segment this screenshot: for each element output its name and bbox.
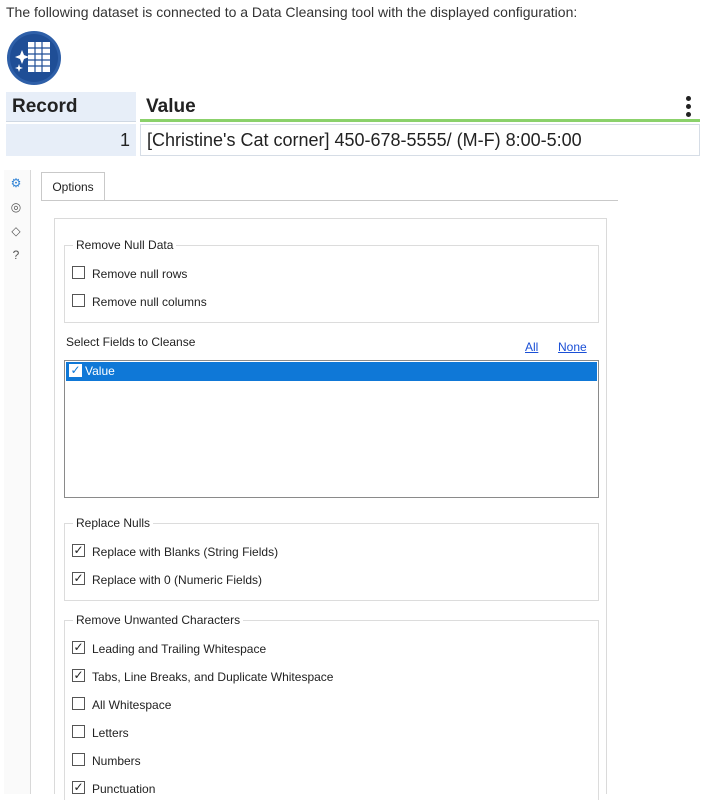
column-header-record[interactable]: Record: [6, 92, 136, 122]
help-icon[interactable]: ?: [9, 248, 23, 262]
replace-zero-checkbox[interactable]: ✓: [72, 572, 85, 586]
tabs-linebreaks-option[interactable]: ✓ Tabs, Line Breaks, and Duplicate Whites…: [72, 667, 333, 685]
replace-blanks-checkbox[interactable]: ✓: [72, 544, 85, 558]
replace-nulls-title: Replace Nulls: [73, 516, 154, 530]
column-menu-icon[interactable]: [686, 96, 692, 118]
intro-text: The following dataset is connected to a …: [6, 4, 578, 20]
replace-blanks-label: Replace with Blanks (String Fields): [92, 544, 279, 559]
tag-icon[interactable]: ◇: [9, 224, 23, 238]
fields-listbox[interactable]: ✓ Value: [64, 360, 599, 498]
annotation-icon[interactable]: ◎: [9, 200, 23, 214]
data-grid: Record Value 1 [Christine's Cat corner] …: [6, 92, 700, 156]
letters-checkbox[interactable]: [72, 725, 85, 739]
record-number-cell: 1: [6, 124, 136, 156]
numbers-label: Numbers: [92, 753, 141, 768]
tab-divider: [41, 200, 618, 201]
all-whitespace-label: All Whitespace: [92, 697, 172, 712]
column-header-value[interactable]: Value: [140, 92, 700, 122]
column-header-value-label: Value: [146, 96, 196, 117]
value-cell[interactable]: [Christine's Cat corner] 450-678-5555/ (…: [140, 124, 700, 156]
numbers-checkbox[interactable]: [72, 753, 85, 767]
replace-zero-option[interactable]: ✓ Replace with 0 (Numeric Fields): [72, 570, 262, 588]
remove-null-title: Remove Null Data: [73, 238, 177, 252]
config-side-rail: ⚙ ◎ ◇ ?: [4, 170, 31, 794]
leading-trailing-whitespace-checkbox[interactable]: ✓: [72, 641, 85, 655]
numbers-option[interactable]: Numbers: [72, 751, 141, 769]
replace-blanks-option[interactable]: ✓ Replace with Blanks (String Fields): [72, 542, 278, 560]
remove-null-group: Remove Null Data: [64, 238, 599, 323]
remove-null-columns-option[interactable]: Remove null columns: [72, 292, 207, 310]
data-cleansing-icon: [7, 31, 61, 85]
tabs-linebreaks-checkbox[interactable]: ✓: [72, 669, 85, 683]
all-whitespace-option[interactable]: All Whitespace: [72, 695, 171, 713]
remove-null-rows-label: Remove null rows: [92, 266, 188, 281]
punctuation-option[interactable]: ✓ Punctuation: [72, 779, 155, 797]
leading-trailing-whitespace-label: Leading and Trailing Whitespace: [92, 641, 267, 656]
replace-nulls-group: Replace Nulls: [64, 516, 599, 601]
gear-icon[interactable]: ⚙: [9, 176, 23, 190]
punctuation-checkbox[interactable]: ✓: [72, 781, 85, 795]
replace-zero-label: Replace with 0 (Numeric Fields): [92, 572, 263, 587]
field-item-value[interactable]: ✓ Value: [66, 362, 597, 381]
tabs-linebreaks-label: Tabs, Line Breaks, and Duplicate Whitesp…: [92, 669, 334, 684]
select-all-link[interactable]: All: [525, 340, 538, 354]
field-value-label: Value: [85, 364, 115, 378]
select-none-link[interactable]: None: [558, 340, 587, 354]
all-whitespace-checkbox[interactable]: [72, 697, 85, 711]
unwanted-characters-title: Remove Unwanted Characters: [73, 613, 244, 627]
remove-null-columns-checkbox[interactable]: [72, 294, 85, 308]
remove-null-columns-label: Remove null columns: [92, 294, 207, 309]
field-value-checkbox[interactable]: ✓: [69, 364, 82, 378]
select-fields-title: Select Fields to Cleanse: [66, 335, 196, 349]
letters-label: Letters: [92, 725, 129, 740]
remove-null-rows-option[interactable]: Remove null rows: [72, 264, 187, 282]
tab-options[interactable]: Options: [41, 172, 105, 200]
leading-trailing-whitespace-option[interactable]: ✓ Leading and Trailing Whitespace: [72, 639, 266, 657]
remove-null-rows-checkbox[interactable]: [72, 266, 85, 280]
letters-option[interactable]: Letters: [72, 723, 129, 741]
